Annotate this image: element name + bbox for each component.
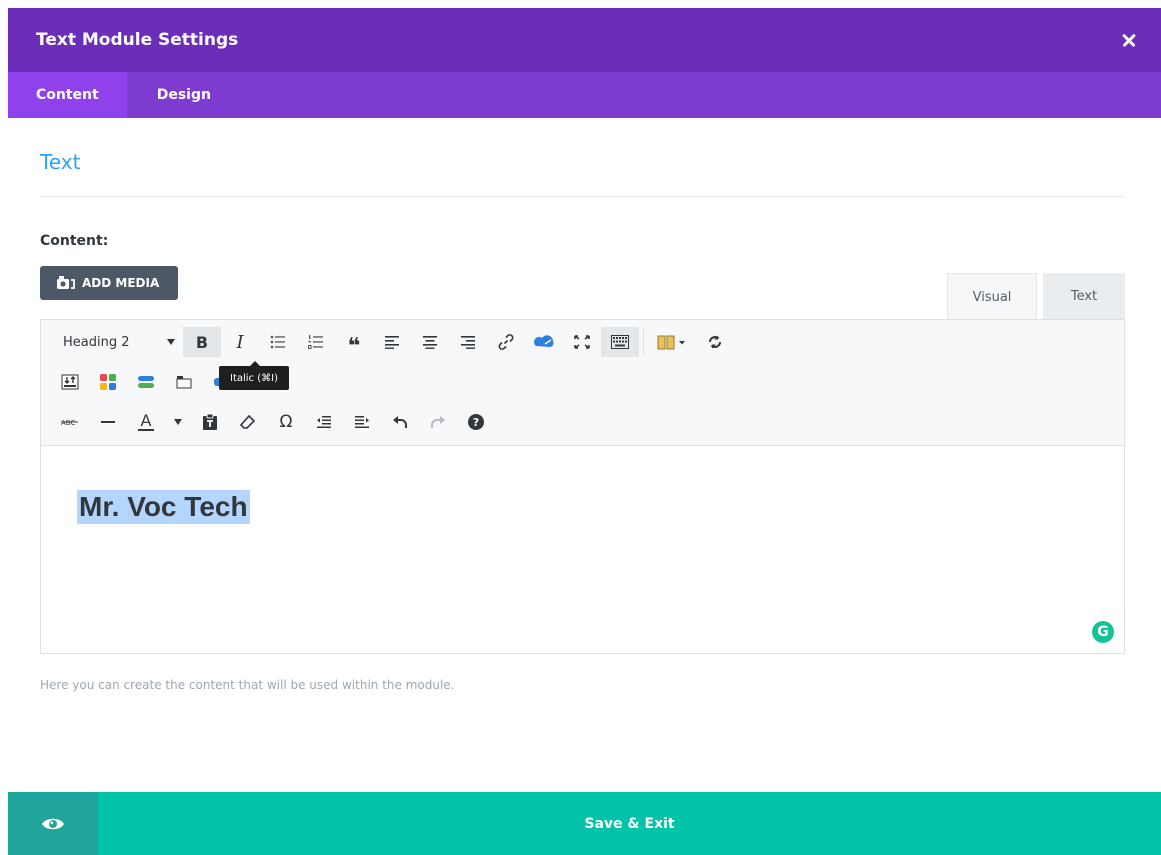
align-right-button[interactable] [449, 327, 487, 357]
numbered-list-button[interactable] [297, 327, 335, 357]
horizontal-rule-icon [101, 421, 115, 423]
help-icon: ? [468, 414, 484, 430]
redo-button[interactable] [419, 407, 457, 437]
special-character-button[interactable]: Ω [267, 407, 305, 437]
modal-title: Text Module Settings [36, 30, 239, 50]
strikethrough-icon: ABC [61, 419, 78, 427]
rich-text-editor: Heading 2 B I ❝ Italic (⌘I) ABC A Ω ? Mr… [40, 319, 1125, 654]
paste-as-text-button[interactable] [191, 407, 229, 437]
horizontal-rule-button[interactable] [89, 407, 127, 437]
eye-icon [42, 818, 64, 829]
field-description: Here you can create the content that wil… [40, 678, 455, 692]
columns-icon [100, 374, 116, 390]
align-left-icon [385, 336, 399, 349]
columns-button[interactable] [89, 367, 127, 397]
svg-text:ABC: ABC [61, 419, 75, 427]
italic-button[interactable]: I [221, 327, 259, 357]
italic-icon: I [236, 331, 244, 353]
omega-icon: Ω [279, 412, 293, 432]
add-media-label: ADD MEDIA [82, 276, 160, 290]
editor-content-area[interactable]: Mr. Voc Tech G [41, 446, 1124, 653]
text-color-bar [138, 429, 154, 431]
add-media-button[interactable]: ADD MEDIA [40, 266, 178, 300]
toolbar-row-3: ABC A Ω ? [51, 404, 495, 440]
modal-header: Text Module Settings [8, 8, 1161, 72]
settings-tabs: Content Design [8, 72, 1161, 118]
bold-button[interactable]: B [183, 327, 221, 357]
preview-button[interactable] [8, 792, 98, 855]
text-color-dropdown[interactable] [165, 407, 191, 437]
bullet-list-button[interactable] [259, 327, 297, 357]
refresh-button[interactable] [696, 327, 734, 357]
grammarly-icon[interactable]: G [1092, 621, 1114, 643]
chevron-down-icon [167, 339, 175, 345]
divi-builder-button[interactable] [525, 327, 563, 357]
text-color-button[interactable]: A [127, 407, 165, 437]
blockquote-icon: ❝ [347, 333, 361, 359]
fullscreen-icon [574, 335, 590, 349]
cloud-icon [534, 335, 554, 347]
undo-icon [393, 416, 407, 428]
toggle-icon [138, 376, 154, 388]
numbered-list-icon [308, 335, 323, 349]
paste-text-icon [203, 413, 217, 430]
chevron-down-icon [174, 419, 182, 425]
toolbar-row-1: Heading 2 B I ❝ [49, 324, 734, 360]
editor-heading-text[interactable]: Mr. Voc Tech [77, 490, 250, 524]
undo-button[interactable] [381, 407, 419, 437]
tabs-shortcode-button[interactable] [165, 367, 203, 397]
modal-footer: Save & Exit [8, 792, 1161, 855]
italic-tooltip: Italic (⌘I) [219, 361, 289, 390]
keyboard-icon [611, 335, 629, 349]
shortcode-dropdown-button[interactable] [648, 327, 696, 357]
align-right-icon [461, 336, 475, 349]
editor-toolbar: Heading 2 B I ❝ Italic (⌘I) ABC A Ω ? [41, 320, 1124, 446]
outdent-button[interactable] [305, 407, 343, 437]
refresh-icon [709, 335, 721, 349]
format-select-value: Heading 2 [63, 334, 130, 350]
section-divider [40, 196, 1125, 197]
editor-mode-tabs: Visual Text [947, 273, 1125, 320]
tab-content[interactable]: Content [8, 72, 127, 118]
tab-design[interactable]: Design [127, 72, 241, 118]
tab-text[interactable]: Text [1043, 273, 1125, 320]
media-icon [57, 276, 75, 289]
help-glyph: ? [472, 415, 480, 429]
redo-icon [431, 416, 445, 428]
tab-visual[interactable]: Visual [947, 273, 1037, 320]
toolbar-toggle-button[interactable] [601, 327, 639, 357]
strikethrough-button[interactable]: ABC [51, 407, 89, 437]
indent-icon [355, 416, 369, 428]
top-strip [0, 0, 1161, 8]
link-icon [498, 334, 514, 350]
format-select[interactable]: Heading 2 [49, 327, 183, 357]
toggle-shortcode-button[interactable] [127, 367, 165, 397]
indent-button[interactable] [343, 407, 381, 437]
bold-icon: B [195, 332, 209, 352]
fullscreen-button[interactable] [563, 327, 601, 357]
section-title[interactable]: Text [40, 150, 1125, 174]
save-exit-button[interactable]: Save & Exit [98, 792, 1161, 855]
help-button[interactable]: ? [457, 407, 495, 437]
link-button[interactable] [487, 327, 525, 357]
blockquote-button[interactable]: ❝ [335, 327, 373, 359]
toolbar-separator [643, 329, 644, 355]
align-left-button[interactable] [373, 327, 411, 357]
close-icon[interactable] [1117, 28, 1141, 52]
tabs-icon [176, 376, 192, 389]
book-icon [657, 335, 685, 350]
content-label: Content: [40, 233, 109, 249]
align-center-icon [423, 336, 437, 349]
text-color-icon: A [140, 411, 152, 430]
bullet-list-icon [270, 335, 285, 349]
text-section: Text [40, 118, 1125, 197]
outdent-icon [317, 416, 331, 428]
eraser-icon [240, 414, 256, 429]
clear-formatting-button[interactable] [229, 407, 267, 437]
insert-more-button[interactable] [51, 367, 89, 397]
insert-more-icon [61, 374, 79, 390]
align-center-button[interactable] [411, 327, 449, 357]
